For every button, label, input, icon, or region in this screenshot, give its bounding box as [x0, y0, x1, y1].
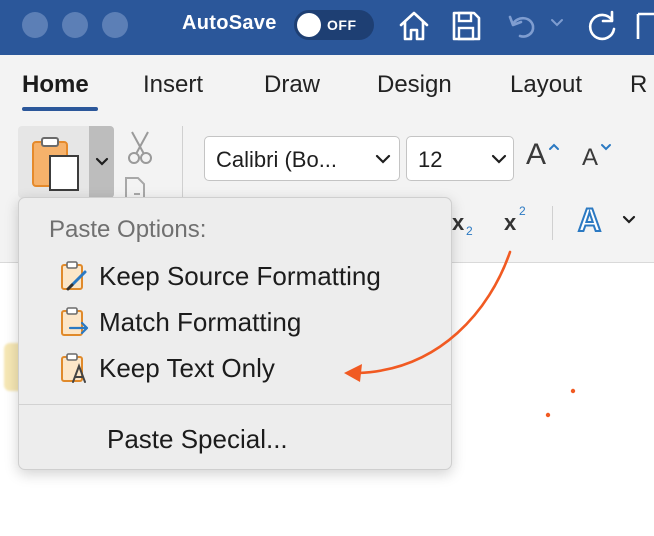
more-icon[interactable]	[634, 8, 654, 44]
caret-down-icon	[601, 144, 611, 151]
close-window-button[interactable]	[22, 12, 48, 38]
redo-refresh-icon[interactable]	[584, 8, 620, 44]
chevron-down-icon	[95, 157, 109, 166]
ribbon-divider	[552, 206, 553, 240]
chevron-down-icon	[375, 154, 391, 164]
menu-item-keep-text-only[interactable]: Keep Text Only	[59, 348, 409, 388]
text-effects-button[interactable]: A	[576, 200, 640, 244]
toggle-knob	[297, 13, 321, 37]
autosave-toggle[interactable]: OFF	[294, 10, 374, 40]
menu-separator	[19, 404, 451, 405]
tab-home[interactable]: Home	[22, 71, 89, 99]
paste-options-dropdown[interactable]	[89, 126, 114, 198]
clipboard-text-icon	[61, 353, 86, 383]
autosave-label: AutoSave	[182, 12, 277, 34]
undo-dropdown-icon[interactable]	[550, 16, 564, 30]
save-icon[interactable]	[448, 8, 484, 44]
text-effects-glyph: A	[577, 201, 602, 239]
active-tab-indicator	[22, 107, 98, 111]
cut-icon[interactable]	[126, 130, 154, 166]
shrink-font-glyph: A	[582, 144, 599, 171]
ribbon-divider	[182, 126, 183, 200]
zoom-window-button[interactable]	[102, 12, 128, 38]
menu-item-label: Match Formatting	[99, 307, 302, 337]
title-bar: AutoSave OFF	[0, 0, 654, 55]
superscript-glyph: x	[504, 210, 517, 235]
chevron-down-icon	[622, 215, 636, 224]
grow-font-glyph: A	[526, 138, 547, 171]
menu-header: Paste Options:	[49, 216, 207, 243]
clipboard-arrow-icon	[61, 307, 89, 336]
font-name-value: Calibri (Bo...	[216, 147, 338, 172]
menu-item-keep-source-formatting[interactable]: Keep Source Formatting	[59, 256, 409, 296]
subscript-button[interactable]: x 2	[452, 206, 486, 240]
chevron-down-icon	[491, 154, 507, 164]
copy-icon[interactable]	[122, 174, 156, 198]
superscript-mark: 2	[519, 204, 526, 218]
font-size-select[interactable]: 12	[406, 136, 514, 181]
tab-draw[interactable]: Draw	[264, 71, 320, 99]
grow-font-button[interactable]: A	[526, 138, 566, 178]
paste-special-item[interactable]: Paste Special...	[107, 424, 288, 455]
clipboard-brush-icon	[61, 261, 87, 291]
tab-insert[interactable]: Insert	[143, 71, 203, 99]
autosave-state: OFF	[327, 17, 357, 33]
subscript-mark: 2	[466, 224, 473, 238]
font-size-value: 12	[418, 147, 443, 172]
subscript-glyph: x	[452, 210, 465, 235]
tab-references[interactable]: R	[630, 71, 647, 99]
home-icon[interactable]	[396, 8, 432, 44]
font-name-select[interactable]: Calibri (Bo...	[204, 136, 400, 181]
undo-icon[interactable]	[504, 8, 544, 44]
menu-item-match-formatting[interactable]: Match Formatting	[59, 302, 409, 342]
tab-layout[interactable]: Layout	[510, 71, 582, 99]
superscript-button[interactable]: x 2	[504, 204, 538, 238]
tab-design[interactable]: Design	[377, 71, 452, 99]
menu-item-label: Keep Source Formatting	[99, 261, 381, 291]
minimize-window-button[interactable]	[62, 12, 88, 38]
clipboard-icon	[32, 137, 79, 191]
caret-up-icon	[549, 143, 559, 150]
shrink-font-button[interactable]: A	[582, 142, 622, 182]
paste-options-menu: Paste Options: Keep Source Formatting Ma…	[18, 197, 452, 470]
menu-item-label: Keep Text Only	[99, 353, 275, 383]
